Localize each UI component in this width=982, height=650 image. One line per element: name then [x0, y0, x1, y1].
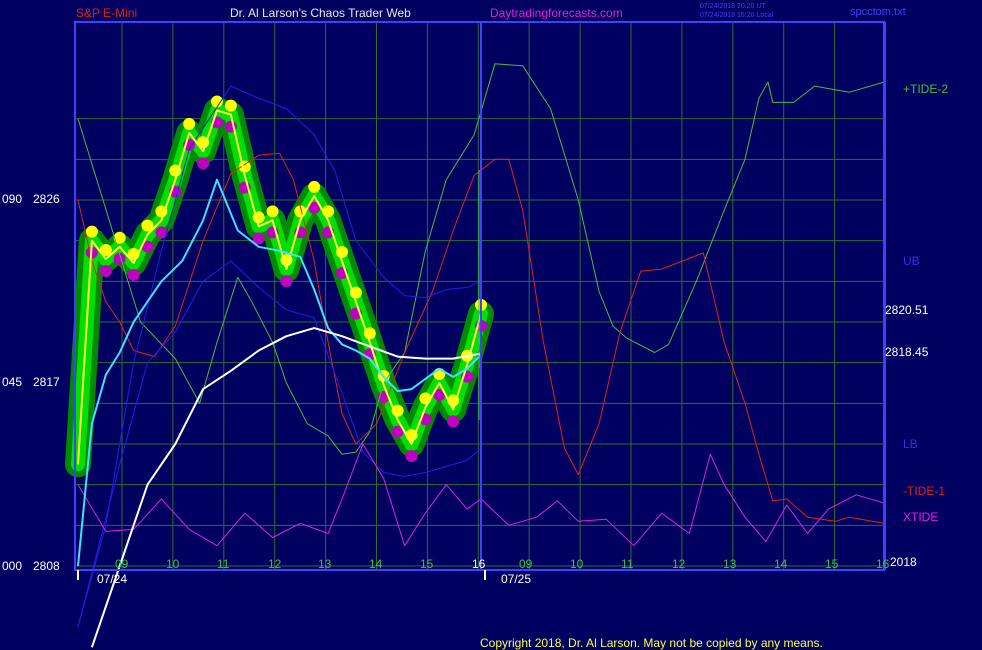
low-dot: [447, 415, 460, 428]
slow-average-line: [90, 327, 482, 648]
left-axis-label-pct: 000: [2, 559, 23, 573]
low-dot: [280, 275, 293, 288]
hour-tick: 09: [115, 557, 129, 571]
xtide-label: XTIDE: [903, 510, 939, 524]
hour-tick: 11: [621, 557, 634, 571]
high-dot: [308, 180, 321, 193]
tide2-label: +TIDE-2: [903, 82, 949, 96]
chart-frame: [74, 21, 885, 580]
hour-tick: 12: [268, 557, 282, 571]
tide1-label: -TIDE-1: [903, 484, 945, 498]
upper-band-line: [77, 85, 482, 628]
left-axis-label-pct: 090: [2, 192, 23, 206]
hour-tick: 14: [369, 557, 383, 571]
hour-tick: 12: [672, 557, 686, 571]
year-label: 2018: [890, 555, 917, 569]
hour-tick: 16: [472, 557, 486, 571]
date-label: 07/25: [501, 572, 532, 586]
hour-tick: 15: [825, 557, 839, 571]
hour-tick: 10: [166, 557, 180, 571]
hour-tick: 15: [420, 557, 434, 571]
high-dot: [224, 99, 237, 112]
high-dot: [238, 160, 251, 173]
high-dot: [266, 205, 279, 218]
low-dot: [197, 157, 210, 170]
left-axis-label-pct: 045: [2, 375, 23, 389]
hour-tick: 10: [570, 557, 584, 571]
lower-band-label: LB: [903, 437, 918, 451]
hour-tick: 09: [519, 557, 533, 571]
upper-band-label: UB: [903, 254, 920, 268]
site-title: Dr. Al Larson's Chaos Trader Web: [230, 6, 411, 20]
timestamp-ut: 07/24/2018 20:20 UT: [700, 3, 766, 10]
hour-tick: 13: [723, 557, 737, 571]
high-dot: [183, 117, 196, 130]
copyright-notice: Copyright 2018, Dr. Al Larson. May not b…: [480, 636, 823, 650]
price-body: [71, 103, 488, 472]
left-axis-label-price: 2817: [33, 375, 60, 389]
hour-tick: 13: [318, 557, 332, 571]
date-label: 07/24: [97, 572, 128, 586]
data-file-name: spcctom.txt: [850, 6, 906, 18]
tide-forecast-chart: [65, 21, 886, 648]
low-dot: [405, 450, 418, 462]
instrument-title: S&P E-Mini: [76, 6, 138, 20]
hour-tick: 11: [217, 557, 230, 571]
timestamp-local: 07/24/2018 15:20 Local: [700, 12, 774, 19]
left-axis-label-price: 2808: [33, 559, 60, 573]
hour-tick: 14: [774, 557, 788, 571]
low-dot: [127, 269, 140, 282]
price-label-1: 2820.51: [885, 303, 929, 317]
left-axis-label-price: 2826: [33, 192, 60, 206]
price-label-2: 2818.45: [885, 345, 929, 359]
low-dot: [99, 264, 112, 277]
site-url-link[interactable]: Daytradingforecasts.com: [490, 6, 623, 20]
high-dot: [85, 225, 98, 238]
hour-tick: 16: [876, 557, 890, 571]
